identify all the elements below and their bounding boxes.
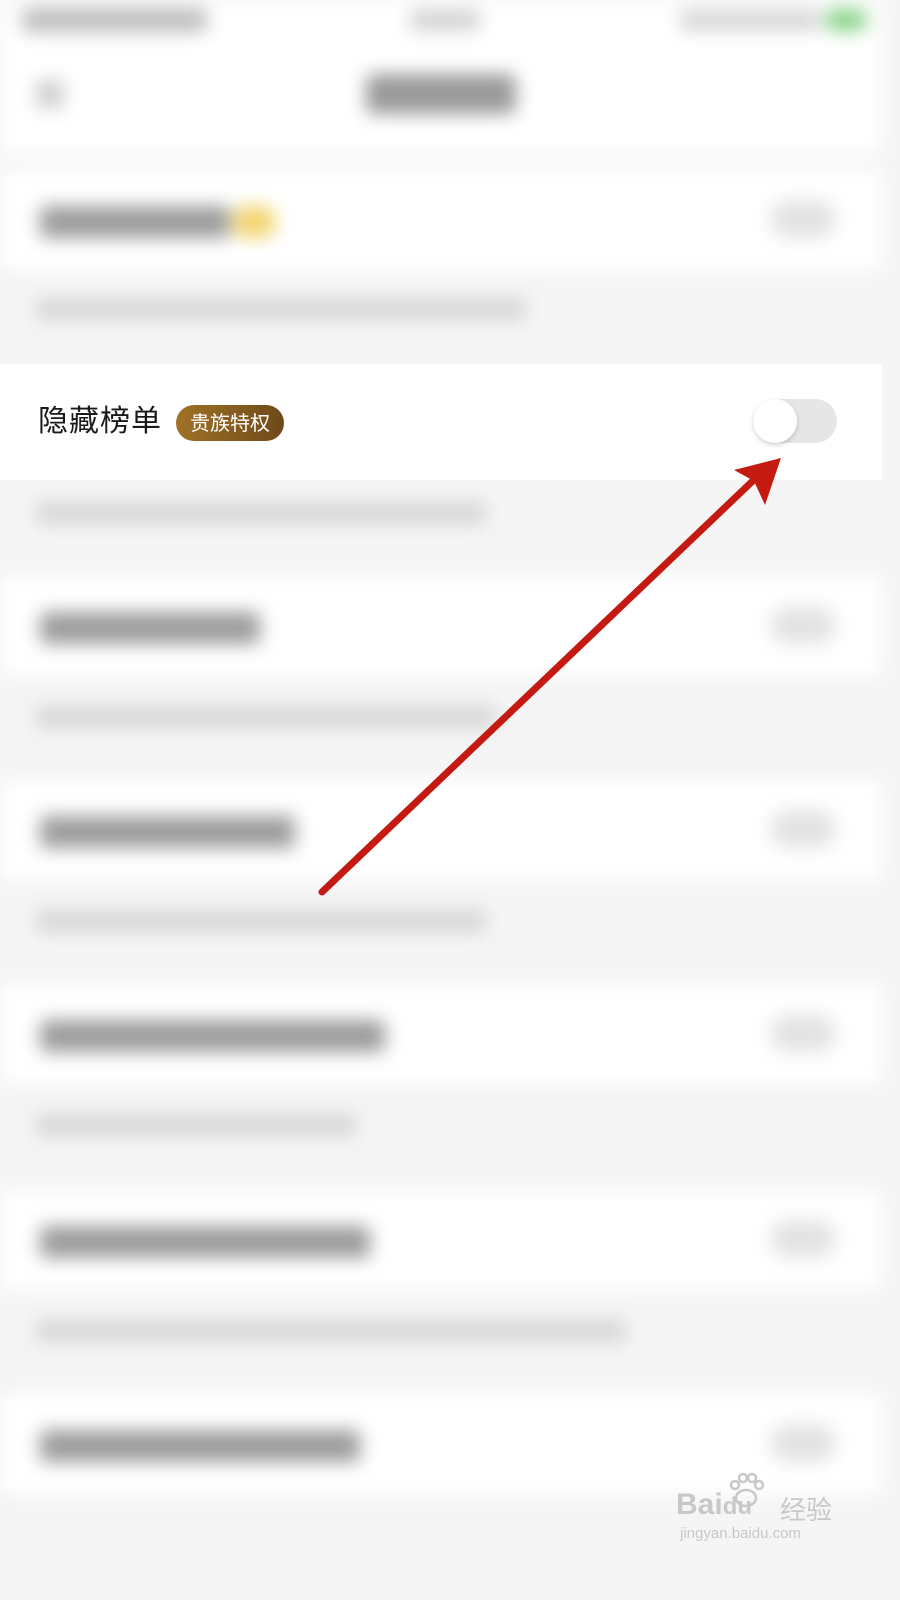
- setting-row-blur-5: [0, 984, 882, 1084]
- toggle-knob: [753, 399, 797, 443]
- status-indicators-blur: [680, 10, 820, 30]
- battery-icon: [826, 10, 866, 30]
- hide-ranking-toggle[interactable]: [753, 399, 837, 443]
- setting-desc-blur-3: [36, 706, 496, 728]
- baidu-paw-icon: [729, 1472, 765, 1508]
- badge-blur: [232, 206, 276, 238]
- watermark-product: 经验: [780, 1496, 833, 1526]
- page-title-blur: [366, 74, 516, 114]
- privilege-badge: 贵族特权: [176, 405, 284, 441]
- setting-desc-blur-5: [36, 1114, 356, 1136]
- status-bar: [0, 0, 882, 44]
- setting-desc-blur-2: [36, 502, 486, 524]
- setting-row-blur-4: [0, 780, 882, 880]
- setting-row-blur-6: [0, 1190, 882, 1290]
- setting-row-blur-3: [0, 576, 882, 676]
- status-carrier-blur: [410, 10, 480, 30]
- back-icon[interactable]: [36, 80, 64, 108]
- setting-row-blur-1: [0, 170, 882, 270]
- setting-row-hide-ranking: 隐藏榜单 贵族特权: [0, 364, 882, 480]
- setting-title: 隐藏榜单: [38, 404, 162, 439]
- setting-desc-blur-1: [36, 298, 526, 320]
- watermark-url: jingyan.baidu.com: [680, 1525, 801, 1542]
- setting-desc-blur-4: [36, 910, 486, 932]
- setting-desc-blur-6: [36, 1320, 626, 1342]
- nav-bar: [0, 44, 882, 154]
- toggle-blur-1: [770, 200, 836, 238]
- status-time-blur: [22, 8, 207, 32]
- watermark: Baidu 经验 jingyan.baidu.com: [676, 1470, 846, 1550]
- blurred-background: [0, 0, 882, 1568]
